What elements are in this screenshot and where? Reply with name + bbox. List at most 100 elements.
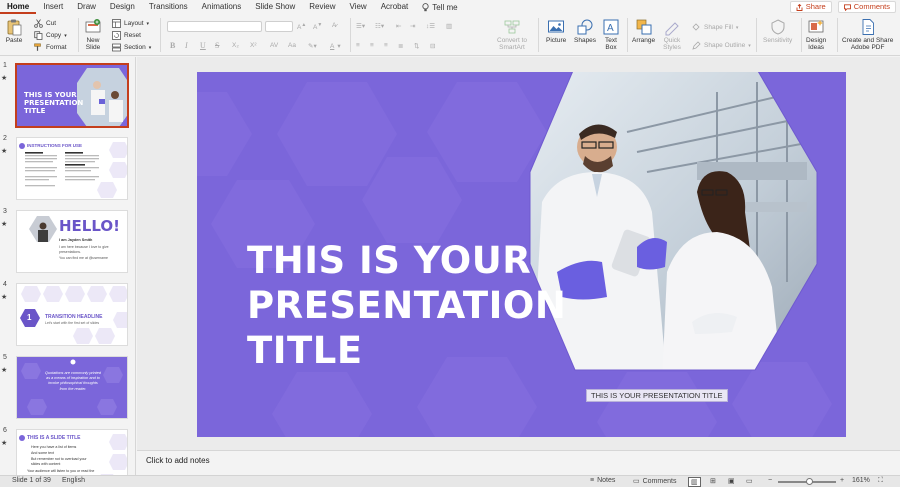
align-text-button[interactable]: ⊟ — [430, 42, 435, 50]
slide-show-button[interactable]: ▭ — [746, 477, 753, 485]
slide-thumbnail-4[interactable]: 1 TRANSITION HEADLINE Let's start with t… — [16, 283, 128, 346]
paste-button[interactable]: Paste — [5, 18, 23, 44]
shapes-button[interactable]: Shapes — [574, 18, 596, 44]
strikethrough-button[interactable]: S — [215, 41, 219, 50]
share-label: Share — [805, 2, 826, 11]
text-direction-button[interactable]: ⇅ — [414, 42, 419, 50]
view-normal-button[interactable]: ▥ — [688, 477, 701, 487]
create-adobe-pdf-button[interactable]: Create and Share Adobe PDF — [842, 18, 893, 51]
slide-thumbnails-pane[interactable]: 1 ★ THIS IS YOUR PRESENTATION TITLE 2 ★ — [0, 57, 136, 475]
section-badge: 1 — [27, 313, 32, 322]
language-indicator[interactable]: English — [62, 477, 85, 484]
view-reading-button[interactable]: ▣ — [728, 477, 735, 485]
underline-button[interactable]: U — [200, 41, 206, 50]
copy-label: Copy — [46, 32, 62, 39]
new-slide-button[interactable]: New Slide — [84, 18, 102, 51]
tab-animations[interactable]: Animations — [195, 0, 249, 14]
font-grow-icon: A▲ — [297, 22, 307, 32]
font-name-field[interactable] — [167, 21, 262, 32]
clear-formatting-button[interactable]: A̷ — [332, 22, 336, 29]
convert-label-1: Convert to — [497, 37, 527, 44]
slide-thumbnail-3[interactable]: HELLO! I am Jayden Smith I am here becau… — [16, 210, 128, 273]
picture-button[interactable]: Picture — [546, 18, 566, 44]
highlight-button[interactable]: ✎▾ — [308, 42, 317, 50]
slide-number: 5 — [3, 354, 7, 361]
tab-draw[interactable]: Draw — [70, 0, 103, 14]
decrease-font-button[interactable]: A▼ — [313, 22, 322, 31]
chevron-down-icon: ▾ — [148, 44, 152, 51]
tab-home[interactable]: Home — [0, 0, 37, 14]
thumbnail-text: I am Jayden Smith — [59, 238, 93, 242]
current-slide[interactable]: THIS IS YOUR PRESENTATION TITLE THIS IS … — [197, 72, 846, 437]
bullets-button[interactable]: ☰▾ — [356, 22, 365, 30]
subscript-button[interactable]: X₂ — [232, 42, 239, 49]
tab-slide-show[interactable]: Slide Show — [248, 0, 302, 14]
reset-button[interactable]: Reset — [112, 31, 141, 40]
comment-icon — [843, 3, 851, 11]
zoom-slider-handle[interactable] — [806, 478, 813, 485]
font-size-field[interactable] — [265, 21, 293, 32]
sensitivity-button[interactable]: Sensitivity — [763, 18, 792, 44]
notes-toggle[interactable]: ≡ Notes — [590, 477, 615, 484]
zoom-level[interactable]: 161% — [852, 477, 870, 484]
align-right-button[interactable]: ≡ — [384, 42, 388, 49]
char-spacing-icon: AV — [270, 42, 279, 49]
view-sorter-button[interactable]: ⊞ — [710, 477, 716, 485]
tab-design[interactable]: Design — [103, 0, 142, 14]
section-button[interactable]: Section ▾ — [112, 43, 151, 52]
layout-button[interactable]: Layout ▾ — [112, 19, 149, 28]
comments-toggle[interactable]: ▭ Comments — [633, 477, 676, 486]
char-spacing-button[interactable]: AV — [270, 42, 278, 49]
arrange-button[interactable]: Arrange — [632, 18, 655, 44]
minus-icon: − — [768, 477, 773, 484]
design-ideas-icon — [808, 20, 824, 33]
zoom-out-button[interactable]: − — [768, 477, 772, 484]
slide-thumbnail-6[interactable]: THIS IS A SLIDE TITLE Here you have a li… — [16, 429, 128, 475]
slide-thumbnail-2[interactable]: INSTRUCTIONS FOR USE — [16, 137, 128, 200]
copy-button[interactable]: Copy ▾ — [34, 31, 67, 40]
slide-thumbnail-5[interactable]: Quotations are commonly printed as a mea… — [16, 356, 128, 419]
columns-button[interactable]: ▥ — [446, 22, 452, 30]
justify-button[interactable]: ≣ — [398, 42, 403, 50]
line-spacing-icon: ↕☰ — [426, 23, 436, 30]
numbering-button[interactable]: ☷▾ — [375, 22, 384, 30]
bold-button[interactable]: B — [170, 41, 175, 50]
shape-outline-button[interactable]: Shape Outline ▾ — [692, 41, 751, 50]
format-painter-button[interactable]: Format — [34, 43, 67, 52]
design-ideas-button[interactable]: Design Ideas — [806, 18, 826, 51]
font-color-icon: A — [330, 42, 335, 50]
slide-title[interactable]: THIS IS YOUR PRESENTATION TITLE — [247, 238, 587, 373]
decrease-indent-button[interactable]: ⇤ — [396, 22, 401, 30]
superscript-button[interactable]: X² — [250, 42, 257, 49]
tab-review[interactable]: Review — [302, 0, 342, 14]
tab-transitions[interactable]: Transitions — [142, 0, 195, 14]
shape-fill-button[interactable]: Shape Fill ▾ — [692, 23, 738, 32]
comments-button[interactable]: Comments — [837, 1, 896, 13]
slide-subtitle[interactable]: THIS IS YOUR PRESENTATION TITLE — [586, 389, 728, 402]
slide-number: 6 — [3, 427, 7, 434]
tab-insert[interactable]: Insert — [36, 0, 70, 14]
share-button[interactable]: Share — [789, 1, 832, 13]
line-spacing-button[interactable]: ↕☰ — [426, 22, 435, 30]
align-center-button[interactable]: ≡ — [370, 42, 374, 49]
fit-to-window-button[interactable]: ⛶ — [878, 477, 883, 485]
notes-pane[interactable]: Click to add notes — [137, 450, 900, 472]
slide-counter: Slide 1 of 39 — [12, 477, 51, 484]
italic-button[interactable]: I — [185, 41, 188, 50]
zoom-in-button[interactable]: + — [840, 477, 844, 484]
slide-thumbnail-1[interactable]: THIS IS YOUR PRESENTATION TITLE — [15, 63, 129, 128]
tab-acrobat[interactable]: Acrobat — [374, 0, 416, 14]
text-box-button[interactable]: A Text Box — [602, 18, 620, 51]
increase-font-button[interactable]: A▲ — [297, 22, 306, 31]
tab-view[interactable]: View — [343, 0, 374, 14]
tell-me-search[interactable]: Tell me — [415, 0, 464, 14]
divider — [160, 18, 161, 52]
cut-button[interactable]: Cut — [34, 19, 56, 28]
quick-styles-button[interactable]: Quick Styles — [663, 18, 681, 51]
font-color-button[interactable]: A ▾ — [330, 42, 341, 51]
convert-smartart-button[interactable]: Convert to SmartArt — [497, 18, 527, 51]
convert-label-2: SmartArt — [499, 44, 525, 51]
align-left-button[interactable]: ≡ — [356, 42, 360, 49]
change-case-button[interactable]: Aa — [288, 42, 296, 49]
increase-indent-button[interactable]: ⇥ — [410, 22, 415, 30]
